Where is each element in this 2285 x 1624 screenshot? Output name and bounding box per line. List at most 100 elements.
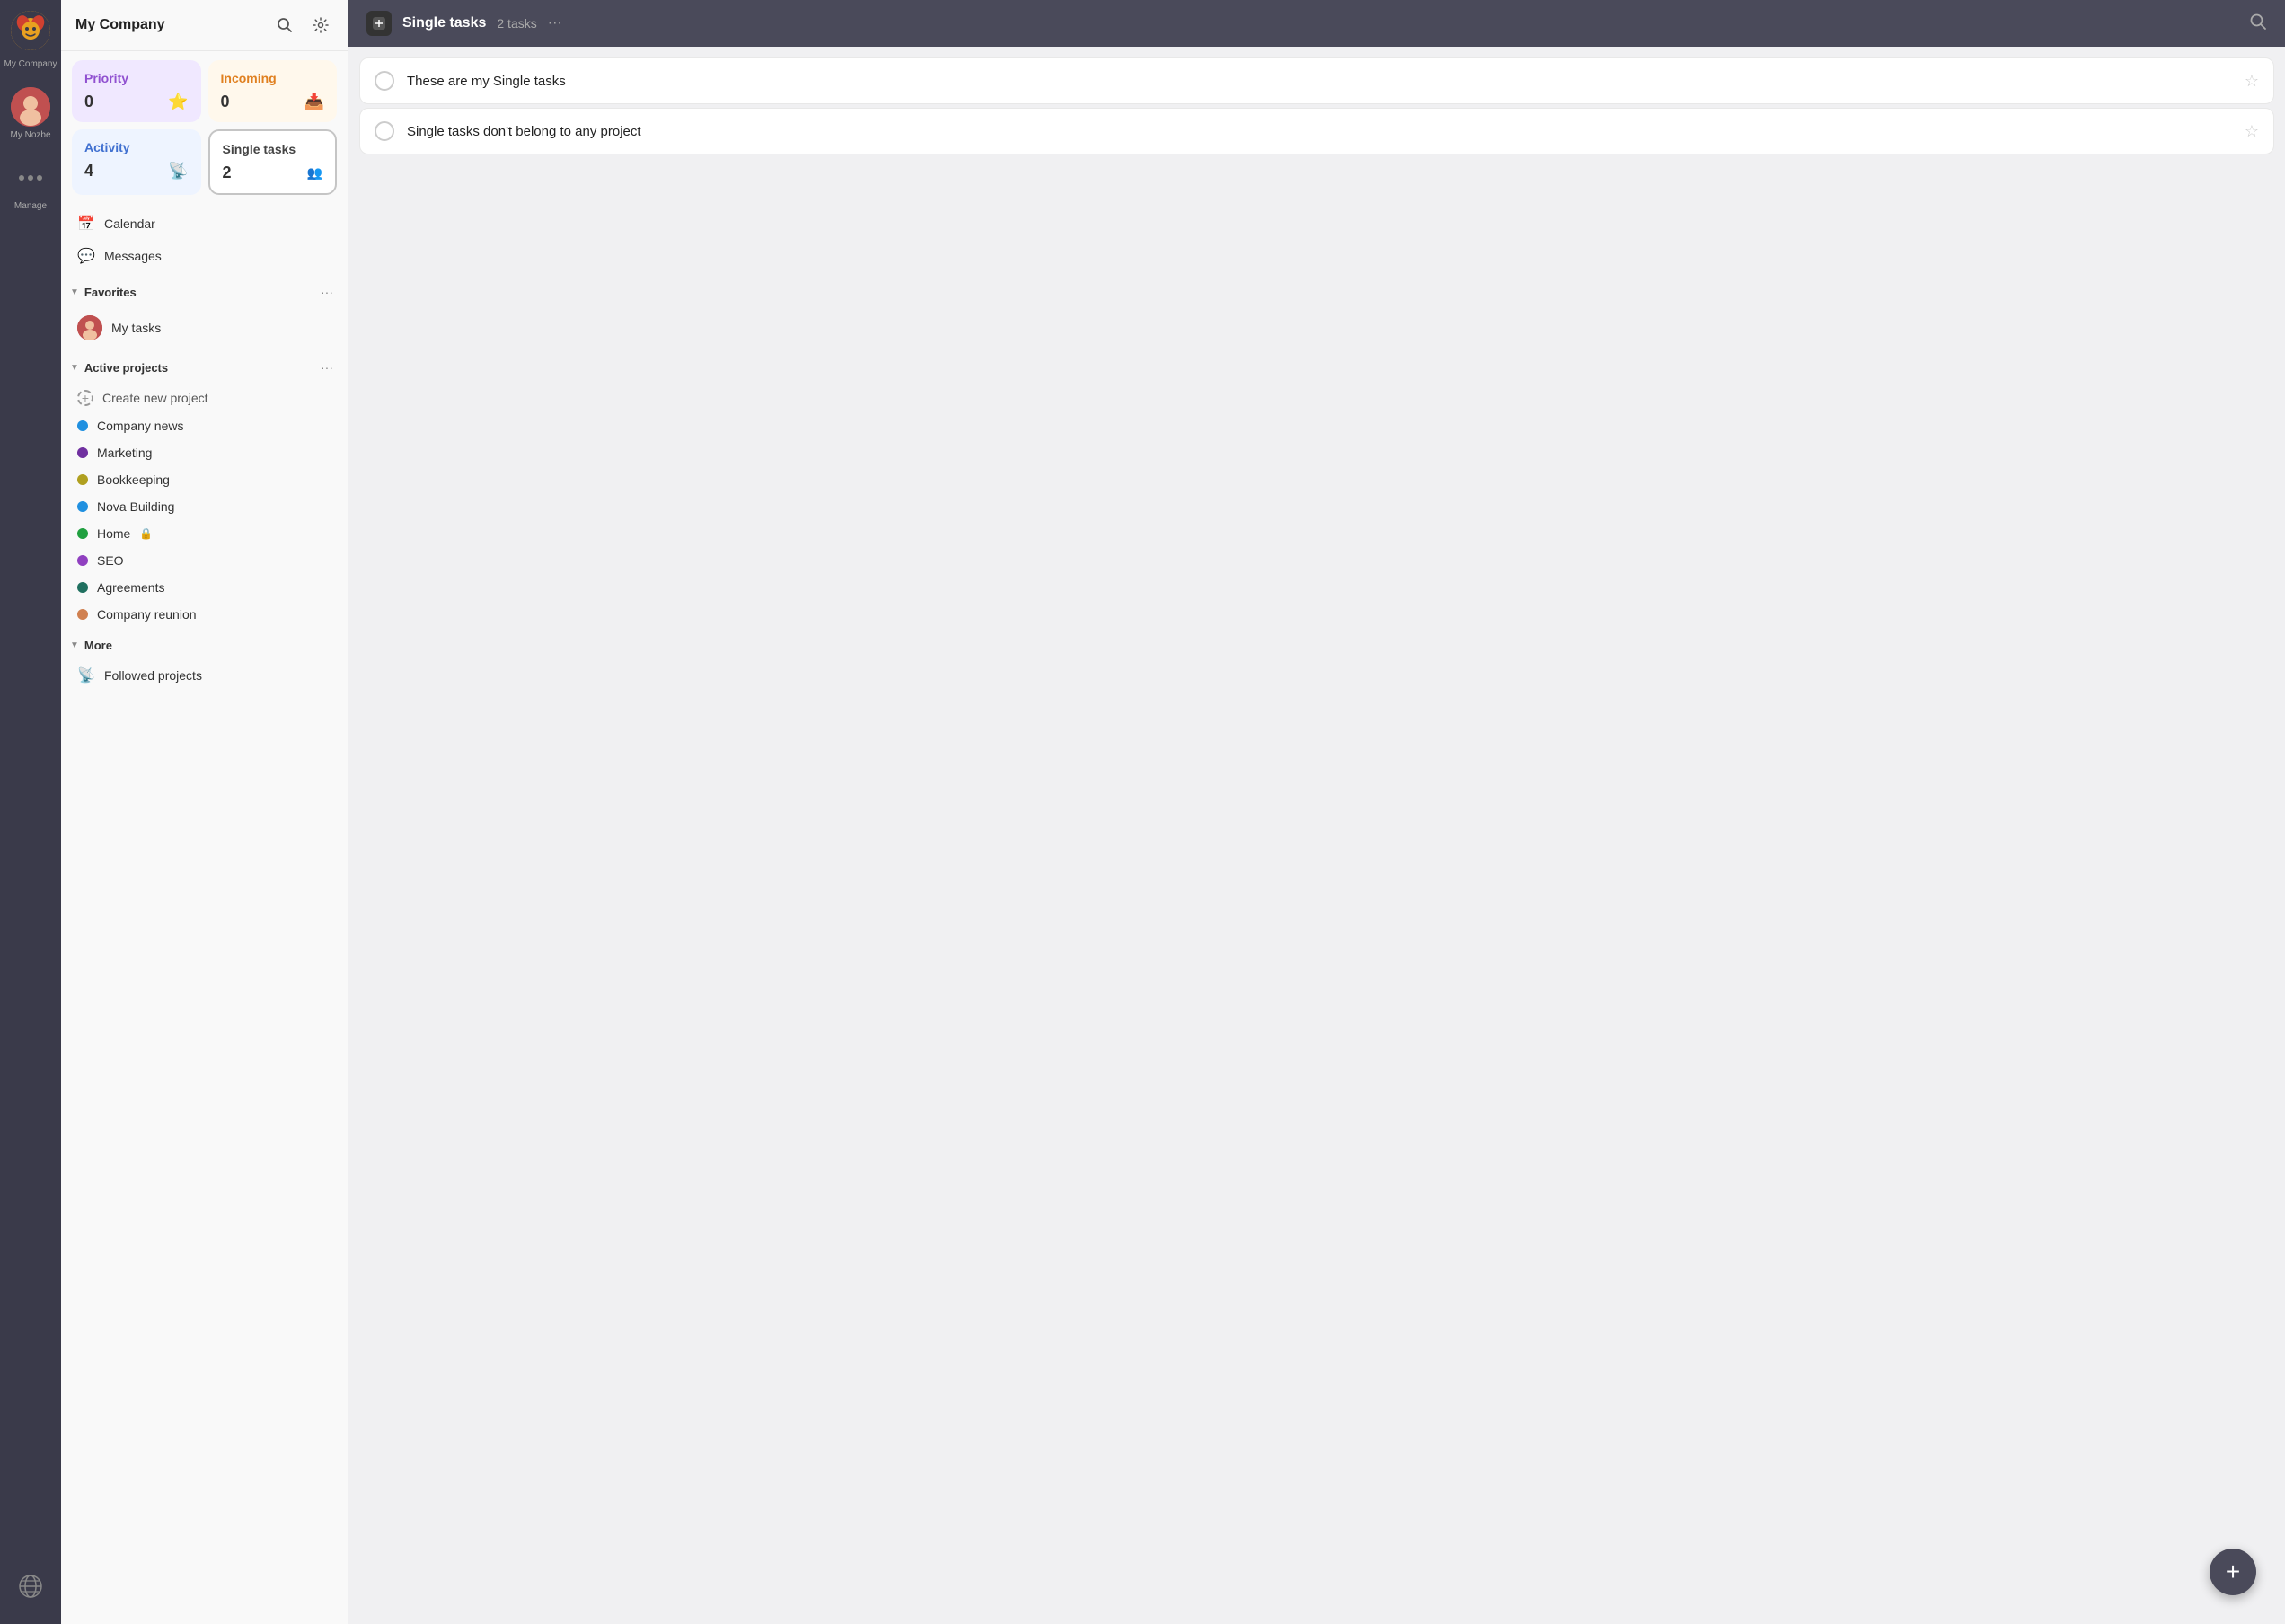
bookkeeping-dot bbox=[77, 474, 88, 485]
task-text-0: These are my Single tasks bbox=[407, 74, 2232, 89]
single-tasks-card-row: 2 👥 bbox=[223, 163, 323, 182]
my-tasks-item[interactable]: My tasks bbox=[68, 308, 340, 348]
seo-dot bbox=[77, 555, 88, 566]
company-label: My Company bbox=[4, 59, 57, 69]
incoming-card[interactable]: Incoming 0 📥 bbox=[208, 60, 338, 122]
globe-icon-wrap[interactable] bbox=[11, 1567, 50, 1606]
task-item-0[interactable]: These are my Single tasks ☆ bbox=[359, 57, 2274, 104]
active-projects-title: Active projects bbox=[84, 361, 310, 375]
search-icon bbox=[277, 17, 293, 33]
single-tasks-people-icon: 👥 bbox=[307, 165, 322, 181]
search-button[interactable] bbox=[272, 13, 297, 38]
company-avatar[interactable] bbox=[11, 11, 50, 50]
activity-card[interactable]: Activity 4 📡 bbox=[72, 129, 201, 195]
main-header-search-button[interactable] bbox=[2249, 13, 2267, 35]
single-tasks-card-label: Single tasks bbox=[223, 142, 323, 156]
agreements-dot bbox=[77, 582, 88, 593]
fab-add-button[interactable]: + bbox=[2210, 1549, 2256, 1595]
agreements-label: Agreements bbox=[97, 580, 164, 595]
project-company-news[interactable]: Company news bbox=[68, 412, 340, 439]
project-seo[interactable]: SEO bbox=[68, 547, 340, 574]
favorites-chevron-icon: ▼ bbox=[70, 287, 79, 297]
sidebar: My Company Priority 0 bbox=[61, 0, 348, 1624]
nav-messages-label: Messages bbox=[104, 249, 162, 263]
incoming-card-label: Incoming bbox=[221, 71, 325, 85]
project-nova-building[interactable]: Nova Building bbox=[68, 493, 340, 520]
favorites-title: Favorites bbox=[84, 286, 310, 299]
messages-icon: 💬 bbox=[77, 247, 95, 265]
nav-calendar[interactable]: 📅 Calendar bbox=[68, 207, 340, 240]
active-projects-more-button[interactable]: ··· bbox=[315, 358, 339, 376]
globe-icon bbox=[18, 1574, 43, 1599]
more-title: More bbox=[84, 639, 339, 652]
nav-messages[interactable]: 💬 Messages bbox=[68, 240, 340, 272]
task-checkbox-0[interactable] bbox=[375, 71, 394, 91]
company-news-dot bbox=[77, 420, 88, 431]
seo-label: SEO bbox=[97, 553, 124, 568]
create-project-item[interactable]: + Create new project bbox=[68, 384, 340, 412]
task-star-0[interactable]: ☆ bbox=[2245, 72, 2259, 91]
project-company-reunion[interactable]: Company reunion bbox=[68, 601, 340, 628]
single-tasks-card[interactable]: Single tasks 2 👥 bbox=[208, 129, 338, 195]
task-checkbox-1[interactable] bbox=[375, 121, 394, 141]
more-section-header[interactable]: ▼ More bbox=[61, 631, 348, 656]
active-projects-section-header[interactable]: ▼ Active projects ··· bbox=[61, 351, 348, 380]
icon-rail: My Company My Nozbe Manage bbox=[0, 0, 61, 1624]
active-projects-nav: + Create new project Company news Market… bbox=[61, 380, 348, 631]
main-header-more-button[interactable]: ··· bbox=[548, 15, 562, 31]
activity-card-count: 4 bbox=[84, 162, 93, 181]
followed-projects-item[interactable]: 📡 Followed projects bbox=[68, 659, 340, 692]
calendar-icon: 📅 bbox=[77, 215, 95, 233]
activity-card-row: 4 📡 bbox=[84, 162, 189, 181]
sidebar-header-icons bbox=[272, 13, 333, 38]
nav-calendar-label: Calendar bbox=[104, 216, 155, 231]
gear-icon bbox=[313, 17, 329, 33]
task-list: These are my Single tasks ☆ Single tasks… bbox=[348, 47, 2285, 1624]
lock-icon: 🔒 bbox=[139, 527, 153, 540]
more-chevron-icon: ▼ bbox=[70, 640, 79, 650]
more-nav: 📡 Followed projects bbox=[61, 656, 348, 695]
favorites-section-header[interactable]: ▼ Favorites ··· bbox=[61, 276, 348, 304]
project-home[interactable]: Home 🔒 bbox=[68, 520, 340, 547]
task-star-1[interactable]: ☆ bbox=[2245, 122, 2259, 141]
my-tasks-avatar bbox=[77, 315, 102, 340]
activity-feed-icon: 📡 bbox=[168, 162, 188, 181]
priority-card-label: Priority bbox=[84, 71, 189, 85]
user-label: My Nozbe bbox=[10, 130, 50, 140]
main-header-title: Single tasks bbox=[402, 15, 486, 31]
manage-label: Manage bbox=[14, 201, 47, 211]
priority-card[interactable]: Priority 0 ⭐ bbox=[72, 60, 201, 122]
manage-rail-item[interactable]: Manage bbox=[11, 158, 50, 211]
task-text-1: Single tasks don't belong to any project bbox=[407, 124, 2232, 139]
marketing-label: Marketing bbox=[97, 446, 152, 460]
bookkeeping-label: Bookkeeping bbox=[97, 472, 170, 487]
followed-projects-icon: 📡 bbox=[77, 666, 95, 684]
active-projects-chevron-icon: ▼ bbox=[70, 363, 79, 373]
company-news-label: Company news bbox=[97, 419, 184, 433]
nova-building-label: Nova Building bbox=[97, 499, 174, 514]
sidebar-cards: Priority 0 ⭐ Incoming 0 📥 Activity 4 📡 bbox=[61, 51, 348, 204]
my-tasks-label: My tasks bbox=[111, 321, 161, 335]
task-item-1[interactable]: Single tasks don't belong to any project… bbox=[359, 108, 2274, 154]
favorites-more-button[interactable]: ··· bbox=[315, 283, 339, 301]
priority-card-count: 0 bbox=[84, 93, 93, 111]
create-project-label: Create new project bbox=[102, 391, 208, 405]
sidebar-header: My Company bbox=[61, 0, 348, 51]
user-avatar bbox=[11, 87, 50, 127]
favorites-nav: My tasks bbox=[61, 304, 348, 351]
incoming-card-count: 0 bbox=[221, 93, 230, 111]
company-reunion-dot bbox=[77, 609, 88, 620]
main-header-count: 2 tasks bbox=[497, 16, 536, 31]
main-content: Single tasks 2 tasks ··· These are my Si… bbox=[348, 0, 2285, 1624]
sidebar-nav: 📅 Calendar 💬 Messages bbox=[61, 204, 348, 276]
project-bookkeeping[interactable]: Bookkeeping bbox=[68, 466, 340, 493]
sidebar-title: My Company bbox=[75, 17, 165, 33]
settings-button[interactable] bbox=[308, 13, 333, 38]
project-agreements[interactable]: Agreements bbox=[68, 574, 340, 601]
single-tasks-header-icon bbox=[366, 11, 392, 36]
nova-building-dot bbox=[77, 501, 88, 512]
incoming-tray-icon: 📥 bbox=[304, 93, 324, 111]
project-marketing[interactable]: Marketing bbox=[68, 439, 340, 466]
main-search-icon bbox=[2249, 13, 2267, 31]
user-rail-item[interactable]: My Nozbe bbox=[10, 87, 50, 140]
